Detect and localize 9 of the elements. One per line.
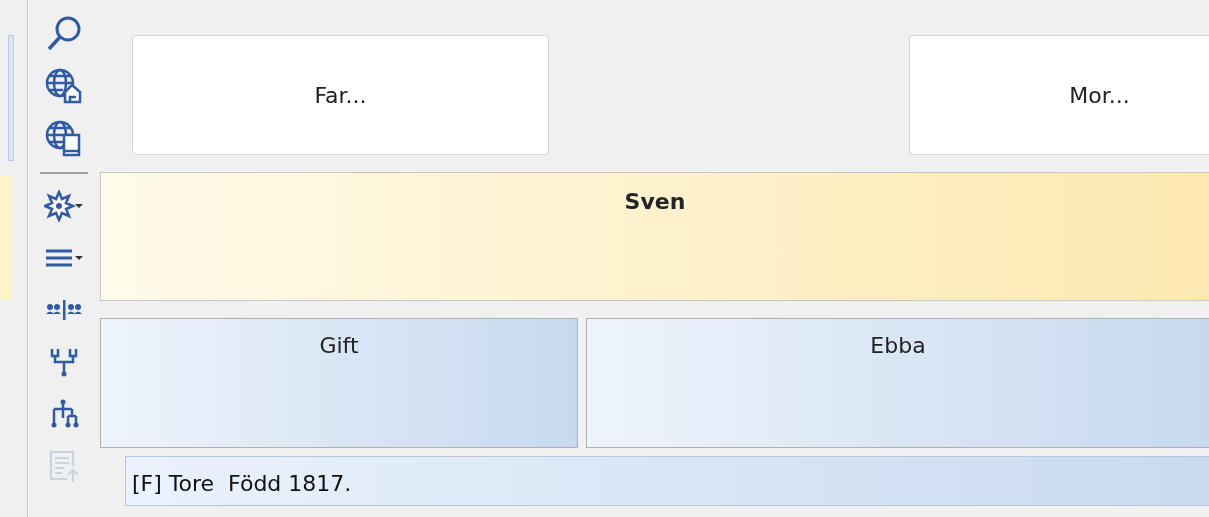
spouse-box[interactable]: Ebba: [586, 318, 1209, 448]
mother-box[interactable]: Mor...: [909, 35, 1209, 155]
people-pairs-icon[interactable]: [45, 299, 83, 321]
marriage-box[interactable]: Gift: [100, 318, 578, 448]
person-box[interactable]: Sven: [100, 172, 1209, 301]
family-tree-icon[interactable]: [48, 346, 80, 378]
child-row[interactable]: [F] Tore Född 1817.: [125, 456, 1209, 506]
father-box[interactable]: Far...: [132, 35, 549, 155]
star-menu-icon[interactable]: [44, 190, 84, 222]
